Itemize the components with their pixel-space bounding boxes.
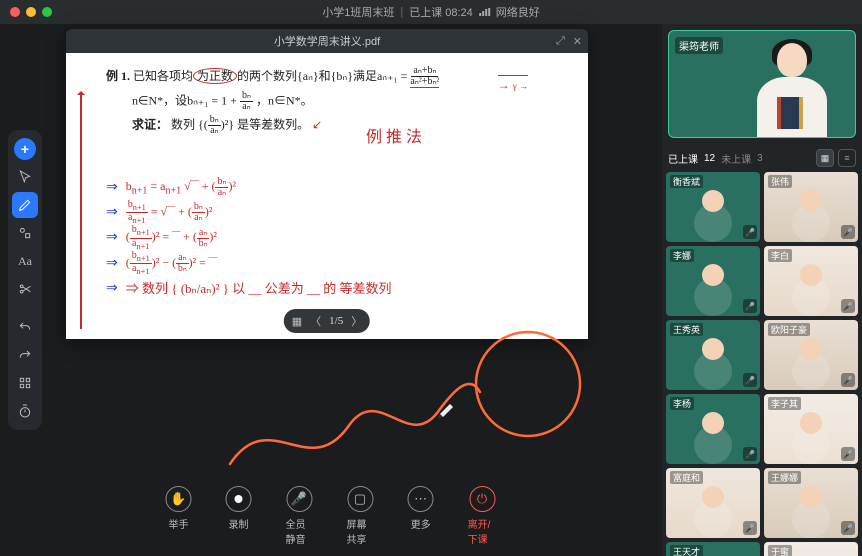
student-name: 王秀英 — [670, 323, 703, 336]
close-window[interactable] — [10, 7, 20, 17]
student-tile[interactable]: 王娜娜 🎤 — [764, 468, 858, 538]
mic-icon[interactable]: 🎤 — [743, 225, 757, 239]
cursor-tool[interactable] — [12, 164, 38, 190]
student-tile[interactable]: 王秀英 🎤 — [666, 320, 760, 390]
redo-button[interactable] — [12, 342, 38, 368]
student-name: 欧阳子豪 — [768, 323, 810, 336]
student-tile[interactable]: 王天才🎤 — [666, 542, 760, 556]
mic-icon[interactable]: 🎤 — [841, 521, 855, 535]
page-prev[interactable]: 〈 — [310, 313, 321, 329]
student-tile[interactable]: 欧阳子豪 🎤 — [764, 320, 858, 390]
call-controls: ✋举手 录制 🎤全员静音 ▢屏幕共享 ⋯更多 ⏻离开/下课 — [166, 486, 497, 546]
undo-button[interactable] — [12, 314, 38, 340]
class-status: 已上课 08:24 — [409, 4, 473, 20]
student-tile[interactable]: 张伟 🎤 — [764, 172, 858, 242]
more-button[interactable]: ⋯更多 — [408, 486, 434, 546]
signal-icon — [479, 8, 490, 16]
student-tile[interactable]: 李娜 🎤 — [666, 246, 760, 316]
attendance-row: 已上课 12 未上课 3 ▦ ≡ — [668, 144, 856, 172]
student-tile[interactable]: 富庭和 🎤 — [666, 468, 760, 538]
absent-count: 3 — [757, 153, 763, 164]
student-tile[interactable]: 于蜜🎤 — [764, 542, 858, 556]
student-name: 衡香斌 — [670, 175, 703, 188]
titlebar: 小学1班周末班 | 已上课 08:24 网络良好 — [0, 0, 862, 24]
page-indicator: 1/5 — [329, 315, 343, 327]
expand-icon[interactable]: ⤢ — [556, 35, 565, 48]
class-name: 小学1班周末班 — [322, 4, 394, 20]
add-tool[interactable]: + — [12, 136, 38, 162]
student-name: 王娜娜 — [768, 471, 801, 484]
network-label: 网络良好 — [496, 4, 540, 20]
text-tool[interactable]: Aa — [12, 248, 38, 274]
whiteboard-stage[interactable]: + Aa 小学数学周末讲义.pdf ⤢ ✕ 例 1. 已知各项均为正数的两个数列… — [0, 24, 662, 556]
mic-icon[interactable]: 🎤 — [841, 299, 855, 313]
student-name: 李娜 — [670, 249, 694, 262]
student-name: 王天才 — [670, 545, 703, 556]
document-header[interactable]: 小学数学周末讲义.pdf ⤢ ✕ — [66, 29, 588, 53]
document-window[interactable]: 小学数学周末讲义.pdf ⤢ ✕ 例 1. 已知各项均为正数的两个数列{aₙ}和… — [66, 29, 588, 339]
student-tile[interactable]: 李杨 🎤 — [666, 394, 760, 464]
problem-label: 例 1. — [106, 69, 130, 83]
record-button[interactable]: 录制 — [226, 486, 252, 546]
page-control: ▦ 〈 1/5 〉 — [284, 309, 370, 333]
document-title: 小学数学周末讲义.pdf — [274, 33, 380, 49]
student-name: 张伟 — [768, 175, 792, 188]
teacher-video[interactable]: 渠筠老师 — [668, 30, 856, 138]
student-grid: 衡香斌 🎤 张伟 🎤 李娜 🎤 李白 🎤 王秀英 🎤 欧阳子豪 🎤 李杨 🎤 李子其 🎤 富庭和 🎤 王娜娜 🎤 王天才… — [662, 172, 862, 556]
student-name: 李杨 — [670, 397, 694, 410]
page-grid-icon[interactable]: ▦ — [292, 315, 302, 328]
student-tile[interactable]: 李子其 🎤 — [764, 394, 858, 464]
maximize-window[interactable] — [42, 7, 52, 17]
student-name: 富庭和 — [670, 471, 703, 484]
timer-tool[interactable] — [12, 398, 38, 424]
mic-icon[interactable]: 🎤 — [841, 447, 855, 461]
mic-icon[interactable]: 🎤 — [743, 299, 757, 313]
participants-panel: 渠筠老师 已上课 12 未上课 3 ▦ ≡ 衡香斌🎤张伟🎤李娜🎤李白🎤王秀英🎤欧… — [662, 24, 862, 556]
share-screen-button[interactable]: ▢屏幕共享 — [347, 486, 374, 546]
pen-tool[interactable] — [12, 192, 38, 218]
scissors-tool[interactable] — [12, 276, 38, 302]
annotation: 例 推 法 — [366, 123, 422, 147]
conclusion: ⇒ 数列 { (bₙ/aₙ)² } 以 __ 公差为 __ 的 等差数列 — [126, 278, 392, 300]
grid-view-toggle[interactable]: ▦ — [816, 149, 834, 167]
apps-tool[interactable] — [12, 370, 38, 396]
list-view-toggle[interactable]: ≡ — [838, 149, 856, 167]
present-count: 12 — [704, 153, 715, 164]
teacher-name: 渠筠老师 — [675, 37, 723, 54]
raise-hand-button[interactable]: ✋举手 — [166, 486, 192, 546]
mic-icon[interactable]: 🎤 — [743, 521, 757, 535]
mic-icon[interactable]: 🎤 — [743, 373, 757, 387]
mic-icon[interactable]: 🎤 — [743, 447, 757, 461]
shapes-tool[interactable] — [12, 220, 38, 246]
window-controls — [10, 7, 52, 17]
close-icon[interactable]: ✕ — [573, 35, 582, 48]
tool-palette: + Aa — [8, 130, 42, 430]
mic-icon[interactable]: 🎤 — [841, 225, 855, 239]
page-next[interactable]: 〉 — [351, 313, 362, 329]
student-tile[interactable]: 李白 🎤 — [764, 246, 858, 316]
document-page: 例 1. 已知各项均为正数的两个数列{aₙ}和{bₙ}满足aₙ₊₁ = aₙ+b… — [66, 53, 588, 339]
student-name: 于蜜 — [768, 545, 792, 556]
student-tile[interactable]: 衡香斌 🎤 — [666, 172, 760, 242]
minimize-window[interactable] — [26, 7, 36, 17]
mute-all-button[interactable]: 🎤全员静音 — [286, 486, 313, 546]
student-name: 李白 — [768, 249, 792, 262]
leave-button[interactable]: ⏻离开/下课 — [468, 486, 497, 546]
mic-icon[interactable]: 🎤 — [841, 373, 855, 387]
student-name: 李子其 — [768, 397, 801, 410]
teacher-figure — [747, 37, 837, 137]
